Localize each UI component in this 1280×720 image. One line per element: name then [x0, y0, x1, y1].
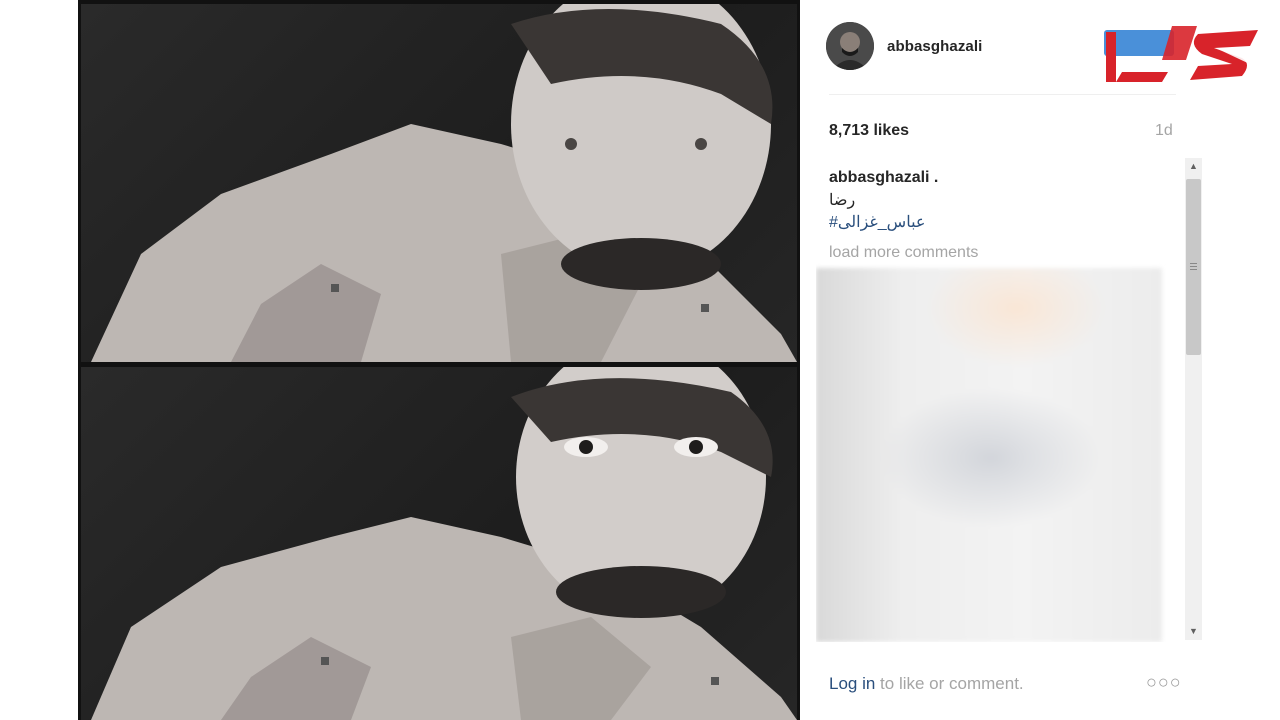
caption-hashtag[interactable]: #عباس_غزالی [829, 212, 925, 232]
post-username[interactable]: abbasghazali [887, 38, 982, 55]
scroll-down-arrow-icon[interactable]: ▼ [1185, 623, 1202, 640]
scroll-thumb[interactable] [1186, 179, 1201, 355]
caption-username[interactable]: abbasghazali . [829, 169, 938, 187]
post-time[interactable]: 1d [1155, 122, 1173, 140]
login-link[interactable]: Log in [829, 674, 875, 693]
login-prompt-text: to like or comment. [875, 674, 1024, 693]
brand-logo [1102, 20, 1264, 86]
likes-count[interactable]: 8,713 likes [829, 122, 909, 140]
avatar[interactable] [826, 22, 874, 70]
photo-panel-bottom [81, 367, 797, 720]
comments-scrollbar[interactable]: ▲ ▼ [1185, 158, 1202, 640]
scroll-grip-icon [1190, 263, 1197, 264]
header-divider [829, 94, 1176, 95]
post-photo [78, 0, 800, 720]
scroll-up-arrow-icon[interactable]: ▲ [1185, 158, 1202, 175]
more-options-icon[interactable]: ○○○ [1146, 672, 1182, 693]
blurred-comments-area [816, 268, 1162, 642]
load-more-comments-link[interactable]: load more comments [829, 244, 978, 262]
comments-section: abbasghazali . رضا #عباس_غزالی load more… [816, 158, 1186, 642]
login-prompt: Log in to like or comment. [829, 674, 1024, 694]
photo-panel-top [81, 4, 797, 362]
caption-text: رضا [829, 192, 856, 209]
